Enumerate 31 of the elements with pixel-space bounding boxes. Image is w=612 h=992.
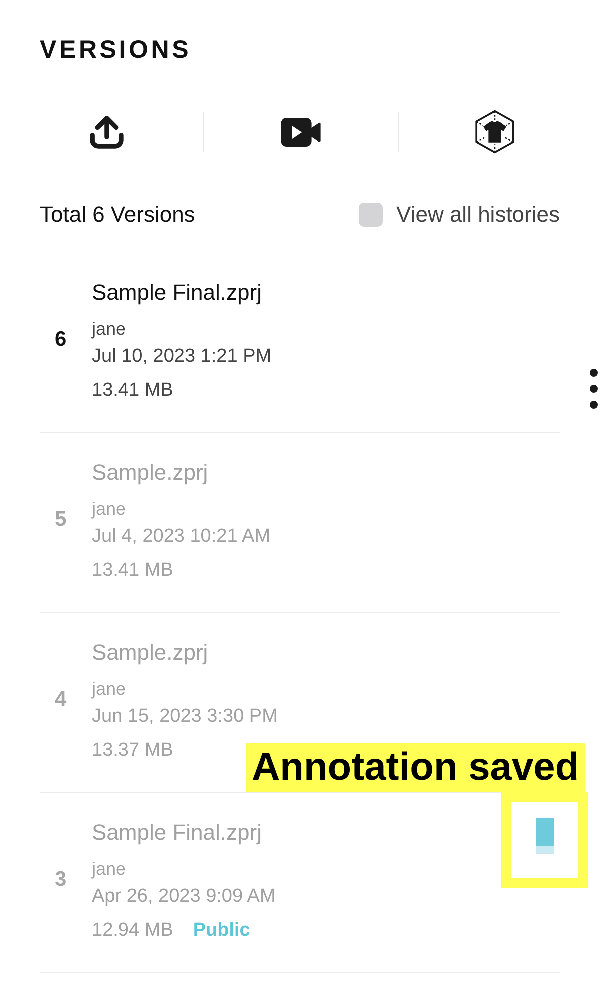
panel-title: VERSIONS [40, 36, 192, 64]
marker-icon [536, 818, 554, 854]
author-name: jane [92, 678, 126, 701]
author-name: jane [92, 318, 126, 341]
t-shirt-cube-icon [474, 109, 516, 155]
kebab-menu-icon [590, 369, 598, 409]
version-number: 5 [54, 507, 68, 533]
video-camera-icon [280, 118, 321, 146]
file-size: 13.41 MB [92, 559, 174, 583]
file-size: 13.41 MB [92, 379, 174, 403]
file-size: 13.37 MB [92, 739, 174, 763]
public-tag: Public [193, 917, 250, 945]
version-date: Jul 4, 2023 10:21 AM [92, 525, 271, 549]
file-name[interactable]: Sample Final.zprj [92, 819, 262, 847]
file-name[interactable]: Sample Final.zprj [92, 279, 262, 307]
author-name: jane [92, 498, 126, 521]
more-options-button[interactable] [590, 369, 598, 409]
version-count: Total 6 Versions [40, 201, 196, 229]
version-number: 6 [54, 327, 68, 353]
file-name[interactable]: Sample.zprj [92, 459, 208, 487]
version-date: Jul 10, 2023 1:21 PM [92, 345, 272, 369]
file-size: 12.94 MB [92, 919, 174, 943]
author-name: jane [92, 858, 126, 881]
version-date: Jun 15, 2023 3:30 PM [92, 705, 278, 729]
view-all-checkbox[interactable]: View all histories [358, 201, 560, 229]
upload-icon [90, 115, 124, 149]
file-name[interactable]: Sample.zprj [92, 639, 208, 667]
version-date: Apr 26, 2023 9:09 AM [92, 885, 276, 909]
annotation-label: Annotation saved [246, 743, 586, 792]
version-number: 3 [54, 867, 68, 893]
version-number: 4 [54, 687, 68, 713]
